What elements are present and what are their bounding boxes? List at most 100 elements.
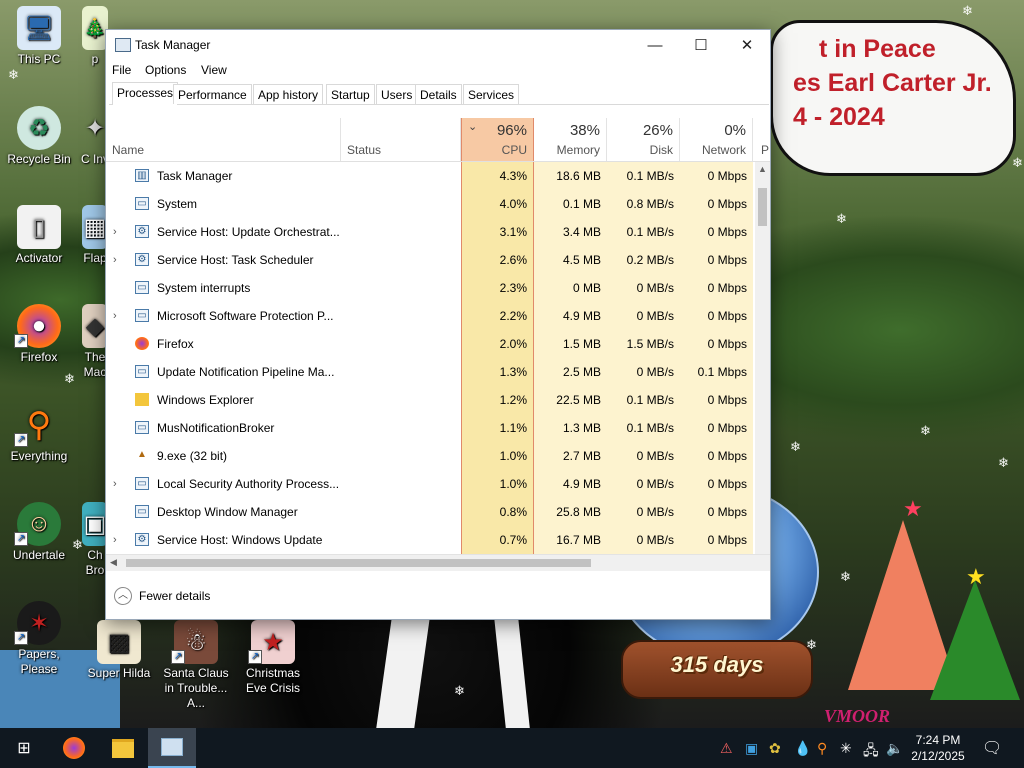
- process-row[interactable]: › ▭ Local Security Authority Process... 1.0…: [106, 470, 755, 498]
- header-cpu[interactable]: ⌄ 96% CPU: [461, 118, 534, 161]
- tab-processes[interactable]: Processes: [112, 82, 179, 105]
- tray-app-icon[interactable]: ✿: [769, 740, 781, 757]
- desktop-icon-everything[interactable]: ⚲ ↗ Everything: [0, 403, 78, 464]
- process-memory: 2.7 MB: [534, 442, 607, 470]
- menu-view[interactable]: View: [201, 63, 227, 77]
- horizontal-scrollbar[interactable]: ◀: [106, 554, 770, 571]
- process-network: 0.1 Mbps: [680, 358, 753, 386]
- network-icon[interactable]: 🖧: [863, 740, 879, 764]
- scroll-left-icon[interactable]: ◀: [110, 557, 117, 568]
- computer-icon: 🖥: [17, 6, 61, 50]
- menu-file[interactable]: File: [112, 63, 131, 77]
- tab-users[interactable]: Users: [376, 84, 418, 104]
- desktop-icon-label: Undertale: [12, 548, 66, 562]
- process-row[interactable]: Windows Explorer 1.2% 22.5 MB 0.1 MB/s 0 Mbp…: [106, 386, 755, 414]
- maximize-button[interactable]: ☐: [678, 30, 724, 60]
- process-status: [341, 190, 461, 218]
- desktop-icon-christmas-eve-crisis[interactable]: ★ ↗ Christmas Eve Crisis: [234, 620, 312, 696]
- tray-drop-icon[interactable]: 💧: [794, 740, 811, 757]
- expand-chevron-icon[interactable]: ›: [113, 470, 117, 498]
- window-app-icon: ▭: [135, 281, 149, 294]
- vertical-scrollbar[interactable]: ▲: [755, 162, 770, 554]
- header-network[interactable]: 0% Network: [680, 118, 753, 161]
- process-network: 0 Mbps: [680, 330, 753, 358]
- taskbar-file-explorer[interactable]: [99, 728, 147, 768]
- header-memory[interactable]: 38% Memory: [534, 118, 607, 161]
- process-memory: 22.5 MB: [534, 386, 607, 414]
- desktop-icon-papers-please[interactable]: ✶ ↗ Papers, Please: [0, 601, 78, 677]
- desktop-icon-undertale[interactable]: ☺ ↗ Undertale: [0, 502, 78, 563]
- expand-chevron-icon[interactable]: ›: [113, 526, 117, 554]
- tab-app-history[interactable]: App history: [253, 84, 324, 104]
- close-button[interactable]: ✕: [724, 30, 770, 60]
- process-row[interactable]: › ▭ Microsoft Software Protection P... 2.2%…: [106, 302, 755, 330]
- process-name: MusNotificationBroker: [157, 421, 275, 435]
- process-row[interactable]: ▭ Update Notification Pipeline Ma... 1.3% 2…: [106, 358, 755, 386]
- header-disk[interactable]: 26% Disk: [607, 118, 680, 161]
- minimize-button[interactable]: —: [632, 30, 678, 60]
- fewer-details-button[interactable]: Fewer details: [139, 589, 210, 603]
- process-name: 9.exe (32 bit): [157, 449, 228, 463]
- tab-services[interactable]: Services: [463, 84, 520, 104]
- process-row[interactable]: › ⚙ Service Host: Update Orchestrat... 3.1%…: [106, 218, 755, 246]
- process-row[interactable]: ▭ System 4.0% 0.1 MB 0.8 MB/s 0 Mbps: [106, 190, 755, 218]
- desktop-icon-activator[interactable]: ▯ Activator: [0, 205, 78, 266]
- tray-search-icon[interactable]: ⚲: [817, 740, 827, 757]
- clock[interactable]: 7:24 PM 2/12/2025: [906, 732, 970, 764]
- desktop-icon-this-pc[interactable]: 🖥 This PC: [0, 6, 78, 67]
- taskbar-task-manager[interactable]: [148, 728, 196, 768]
- desktop-icon-recycle-bin[interactable]: ♻ Recycle Bin: [0, 106, 78, 167]
- taskbar-firefox[interactable]: [50, 728, 98, 768]
- scroll-up-icon[interactable]: ▲: [758, 164, 767, 174]
- process-memory: 4.5 MB: [534, 246, 607, 274]
- header-name[interactable]: Name: [106, 118, 341, 161]
- vertical-scroll-thumb[interactable]: [758, 188, 767, 226]
- window-app-icon: ▭: [135, 197, 149, 210]
- process-cpu: 1.2%: [461, 386, 534, 414]
- expand-chevron-icon[interactable]: ›: [113, 246, 117, 274]
- menu-options[interactable]: Options: [145, 63, 186, 77]
- process-name: Desktop Window Manager: [157, 505, 298, 519]
- tray-app-icon[interactable]: ▣: [745, 740, 758, 757]
- process-status: [341, 386, 461, 414]
- process-row[interactable]: ▲ 9.exe (32 bit) 1.0% 2.7 MB 0 MB/s 0 Mbps: [106, 442, 755, 470]
- process-disk: 0 MB/s: [607, 526, 680, 554]
- gear-icon: ⚙: [135, 533, 149, 546]
- tray-app-icon[interactable]: ⚠: [720, 740, 733, 757]
- process-disk: 1.5 MB/s: [607, 330, 680, 358]
- process-row[interactable]: ▭ Desktop Window Manager 0.8% 25.8 MB 0 MB/s…: [106, 498, 755, 526]
- chevron-up-icon[interactable]: ︿: [114, 587, 132, 605]
- process-memory: 18.6 MB: [534, 162, 607, 190]
- notification-icon[interactable]: 🗨: [982, 738, 1002, 758]
- process-row[interactable]: ▭ System interrupts 2.3% 0 MB 0 MB/s 0 Mbps: [106, 274, 755, 302]
- tab-startup[interactable]: Startup: [326, 84, 375, 104]
- process-row[interactable]: › ⚙ Service Host: Windows Update 0.7% 16.7 M…: [106, 526, 755, 554]
- process-row[interactable]: Firefox 2.0% 1.5 MB 1.5 MB/s 0 Mbps: [106, 330, 755, 358]
- process-list[interactable]: ▥ Task Manager 4.3% 18.6 MB 0.1 MB/s 0 Mbps ▭ S…: [106, 162, 755, 554]
- desktop-icon-firefox[interactable]: ● ↗ Firefox: [0, 304, 78, 365]
- tab-details[interactable]: Details: [415, 84, 462, 104]
- process-network: 0 Mbps: [680, 442, 753, 470]
- process-row[interactable]: ▥ Task Manager 4.3% 18.6 MB 0.1 MB/s 0 Mbps: [106, 162, 755, 190]
- start-button[interactable]: ⊞: [0, 728, 48, 768]
- header-power-label: P: [761, 143, 770, 157]
- tray-snowflake-icon[interactable]: ✳: [840, 740, 852, 757]
- title-bar[interactable]: Task Manager — ☐ ✕: [106, 30, 770, 60]
- expand-chevron-icon[interactable]: ›: [113, 302, 117, 330]
- process-disk: 0 MB/s: [607, 498, 680, 526]
- process-disk: 0 MB/s: [607, 470, 680, 498]
- task-manager-window[interactable]: Task Manager — ☐ ✕ File Options View Pro…: [105, 29, 771, 620]
- expand-chevron-icon[interactable]: ›: [113, 218, 117, 246]
- header-power[interactable]: P: [753, 118, 770, 161]
- desktop-icon-santa-claus[interactable]: ☃ ↗ Santa Claus in Trouble... A...: [157, 620, 235, 711]
- horizontal-scroll-thumb[interactable]: [126, 559, 591, 567]
- volume-muted-icon[interactable]: 🔈: [886, 740, 903, 757]
- process-network: 0 Mbps: [680, 274, 753, 302]
- process-row[interactable]: ▭ MusNotificationBroker 1.1% 1.3 MB 0.1 MB/s…: [106, 414, 755, 442]
- task-manager-icon: [161, 738, 183, 756]
- firefox-icon: [135, 337, 149, 350]
- process-row[interactable]: › ⚙ Service Host: Task Scheduler 2.6% 4.5 MB…: [106, 246, 755, 274]
- header-status[interactable]: Status: [341, 118, 461, 161]
- desktop-icon-super-hilda[interactable]: ▩ Super Hilda: [80, 620, 158, 681]
- tab-performance[interactable]: Performance: [173, 84, 252, 104]
